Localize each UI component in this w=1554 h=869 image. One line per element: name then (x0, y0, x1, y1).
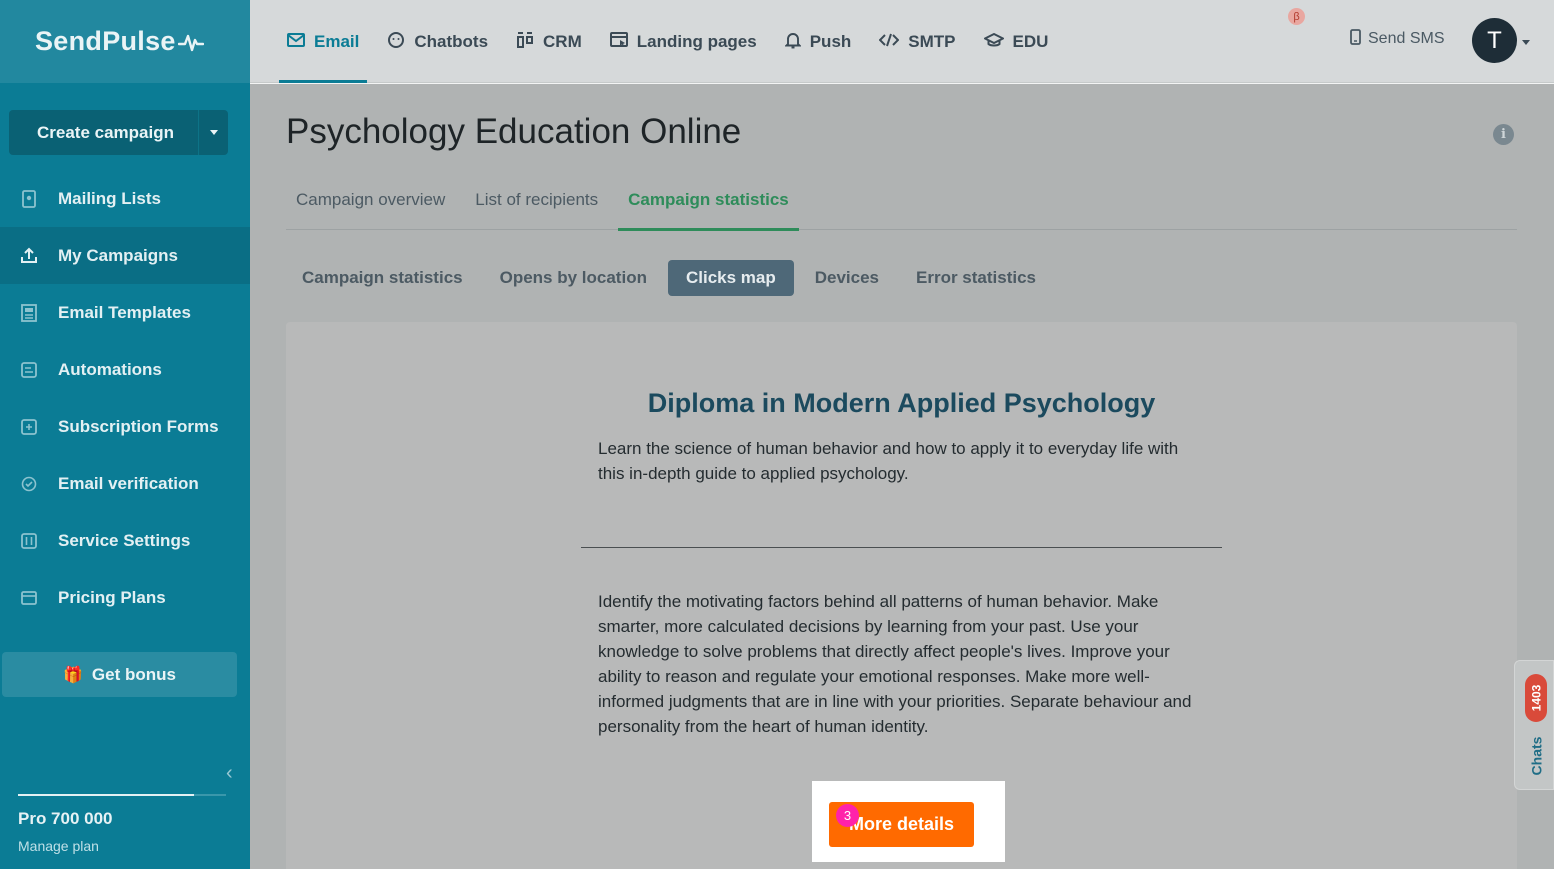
topnav-push[interactable]: Push (783, 0, 852, 83)
chats-count: 1403 (1529, 684, 1544, 712)
info-icon[interactable]: i (1493, 124, 1514, 145)
sidebar-item-mailing-lists[interactable]: Mailing Lists (0, 170, 250, 227)
plan-usage-bar (18, 794, 226, 796)
sidebar-item-pricing-plans[interactable]: Pricing Plans (0, 569, 250, 626)
create-campaign-button[interactable]: Create campaign (9, 110, 228, 155)
email-title: Diploma in Modern Applied Psychology (647, 388, 1156, 418)
sidebar-item-label: Mailing Lists (58, 188, 161, 208)
code-icon (878, 33, 900, 51)
collapse-sidebar-icon[interactable]: ‹ (226, 762, 233, 785)
graduation-cap-icon (983, 32, 1004, 52)
create-campaign-dropdown[interactable] (198, 110, 228, 155)
topnav-email[interactable]: Email (278, 0, 368, 83)
top-bar: Email Chatbots CRM Landing pages Push SM… (250, 0, 1554, 83)
logo-area: SendPulse (0, 0, 250, 83)
topnav-landing-pages[interactable]: Landing pages (609, 0, 757, 83)
email-body: Identify the motivating factors behind a… (598, 592, 1192, 736)
sidebar-item-label: My Campaigns (58, 245, 178, 265)
subtab-campaign-statistics[interactable]: Campaign statistics (286, 260, 479, 296)
topnav-label: Chatbots (414, 31, 489, 51)
campaign-tabs: Campaign overview List of recipients Cam… (286, 182, 1517, 231)
avatar[interactable]: T (1472, 18, 1517, 63)
tab-campaign-overview[interactable]: Campaign overview (286, 182, 455, 229)
phone-icon (1350, 29, 1361, 48)
manage-plan-link[interactable]: Manage plan (18, 838, 99, 854)
sidebar-item-email-templates[interactable]: Email Templates (0, 284, 250, 341)
topnav-crm[interactable]: CRM (516, 0, 582, 83)
subtab-clicks-map[interactable]: Clicks map (667, 260, 794, 296)
subtab-devices[interactable]: Devices (799, 260, 895, 296)
topnav-label: Landing pages (636, 31, 757, 51)
sidebar-item-label: Service Settings (58, 530, 191, 550)
send-tray-icon (20, 247, 38, 265)
tab-campaign-statistics[interactable]: Campaign statistics (618, 182, 799, 231)
pulse-icon (177, 34, 204, 51)
settings-sliders-icon (20, 532, 38, 550)
get-bonus-label: Get bonus (91, 664, 176, 684)
chevron-down-icon (209, 130, 218, 135)
topnav-label: Email (314, 31, 360, 51)
clicked-element-highlight: More details 3 (812, 781, 1005, 862)
topnav-label: CRM (543, 31, 582, 51)
plan-usage-fill (18, 794, 194, 796)
statistics-subtabs: Campaign statistics Opens by location Cl… (286, 260, 1057, 296)
send-sms-link[interactable]: Send SMS (1350, 29, 1444, 48)
tab-list-of-recipients[interactable]: List of recipients (465, 182, 608, 229)
chats-label: Chats (1528, 736, 1544, 776)
topnav-edu[interactable]: EDU (983, 0, 1049, 83)
sidebar-item-service-settings[interactable]: Service Settings (0, 512, 250, 569)
template-icon (20, 303, 38, 322)
main-content: Psychology Education Online i Campaign o… (250, 84, 1554, 869)
chevron-down-icon[interactable] (1522, 40, 1530, 45)
kanban-icon (516, 31, 534, 52)
sidebar-item-my-campaigns[interactable]: My Campaigns (0, 227, 250, 284)
form-icon (20, 418, 38, 436)
envelope-icon (287, 32, 305, 51)
check-circle-icon (20, 475, 38, 493)
email-intro: Learn the science of human behavior and … (598, 439, 1179, 483)
bell-icon (783, 31, 802, 53)
sidebar-item-email-verification[interactable]: Email verification (0, 455, 250, 512)
sidebar-item-label: Automations (58, 359, 162, 379)
subtab-error-statistics[interactable]: Error statistics (900, 260, 1052, 296)
divider (581, 547, 1222, 548)
top-nav: Email Chatbots CRM Landing pages Push SM… (278, 0, 1076, 83)
browser-cursor-icon (609, 31, 628, 52)
sendpulse-logo[interactable]: SendPulse (35, 26, 204, 57)
chats-widget[interactable]: 1403 Chats (1514, 660, 1554, 790)
chat-bubble-icon (387, 31, 405, 53)
sidebar-nav: Mailing Lists My Campaigns Email Templat… (0, 170, 250, 626)
wallet-icon (20, 589, 38, 607)
plan-name: Pro 700 000 (18, 809, 113, 828)
sidebar-item-subscription-forms[interactable]: Subscription Forms (0, 398, 250, 455)
page-title: Psychology Education Online (286, 112, 742, 151)
sidebar-item-automations[interactable]: Automations (0, 341, 250, 398)
topnav-smtp[interactable]: SMTP (878, 0, 956, 83)
address-book-icon (20, 189, 38, 208)
sidebar-item-label: Email verification (58, 473, 199, 493)
sidebar-item-label: Email Templates (58, 302, 191, 322)
sidebar: SendPulse Create campaign Mailing Lists … (0, 0, 250, 869)
click-count-badge: 3 (836, 804, 859, 827)
automation-icon (20, 361, 38, 379)
chats-label-wrap: Chats (1519, 737, 1553, 776)
create-campaign-label: Create campaign (37, 122, 174, 142)
subtab-opens-by-location[interactable]: Opens by location (484, 260, 663, 296)
logo-text: SendPulse (35, 26, 176, 56)
topnav-label: SMTP (908, 31, 956, 51)
send-sms-label: Send SMS (1368, 29, 1445, 47)
topnav-label: Push (809, 31, 852, 51)
sidebar-item-label: Subscription Forms (58, 416, 219, 436)
topnav-label: EDU (1012, 31, 1049, 51)
sidebar-item-label: Pricing Plans (58, 587, 166, 607)
gift-icon: 🎁 (63, 666, 83, 684)
get-bonus-button[interactable]: 🎁 Get bonus (2, 652, 237, 697)
beta-badge: β (1288, 8, 1305, 25)
chats-count-badge: 1403 (1525, 674, 1547, 722)
topnav-chatbots[interactable]: Chatbots (387, 0, 488, 83)
